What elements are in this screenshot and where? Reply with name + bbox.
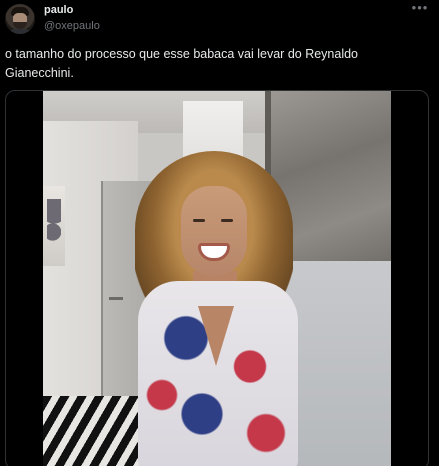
tweet-header: paulo @oxepaulo ••• [0,0,439,40]
avatar[interactable] [5,4,35,34]
author-name[interactable]: paulo [44,4,73,16]
tweet-text: o tamanho do processo que esse babaca va… [5,47,359,80]
author-handle[interactable]: @oxepaulo [44,20,100,32]
video-media[interactable] [5,90,429,466]
video-frame[interactable] [43,91,391,466]
more-horizontal-icon[interactable]: ••• [411,1,429,17]
